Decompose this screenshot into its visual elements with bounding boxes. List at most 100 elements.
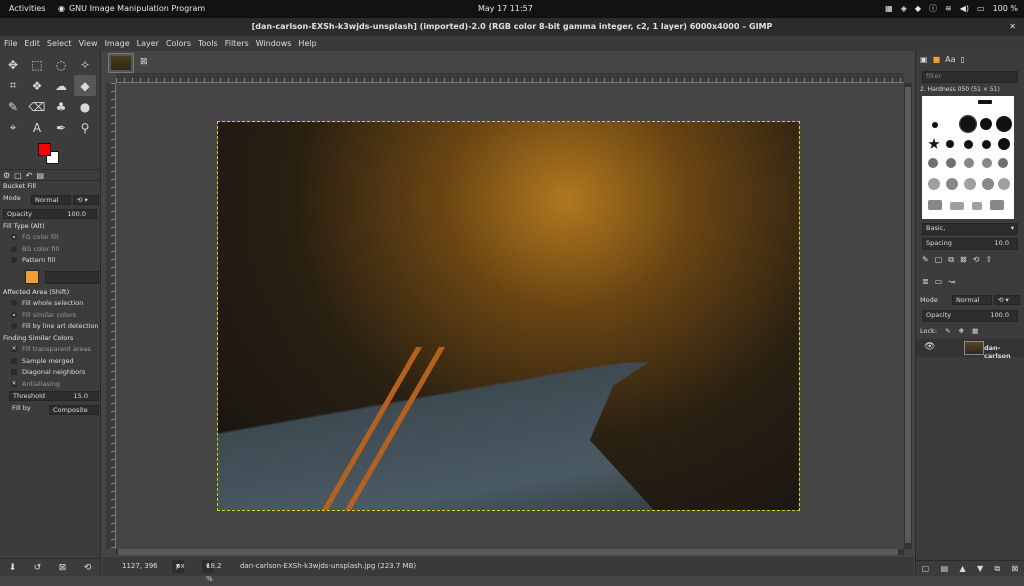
- delete-options-icon[interactable]: ⊠: [59, 563, 67, 573]
- brush-item[interactable]: [950, 202, 964, 210]
- move-tool-icon[interactable]: ✥: [2, 54, 24, 75]
- eraser-tool-icon[interactable]: ⌫: [26, 96, 48, 117]
- zoom-tool-icon[interactable]: ⚲: [74, 117, 96, 138]
- brush-refresh-icon[interactable]: ⟲: [973, 255, 980, 265]
- sample-merged-option[interactable]: Sample merged: [3, 356, 100, 368]
- smudge-tool-icon[interactable]: ●: [74, 96, 96, 117]
- brush-item[interactable]: [980, 118, 992, 130]
- paintbrush-tool-icon[interactable]: ✎: [2, 96, 24, 117]
- menu-file[interactable]: File: [4, 36, 17, 51]
- menu-layer[interactable]: Layer: [137, 36, 159, 51]
- menu-edit[interactable]: Edit: [24, 36, 40, 51]
- brush-item[interactable]: [982, 178, 994, 190]
- diagonal-neighbors-checkbox[interactable]: [11, 369, 17, 375]
- clone-tool-icon[interactable]: ♣: [50, 96, 72, 117]
- wifi-icon[interactable]: ≋: [945, 4, 952, 13]
- lock-alpha-icon[interactable]: ▦: [972, 327, 978, 335]
- brush-filter-input[interactable]: filter: [922, 71, 1018, 83]
- device-status-tab-icon[interactable]: ▢: [14, 171, 22, 180]
- brush-item[interactable]: [928, 138, 940, 149]
- patterns-tab-icon[interactable]: ■: [933, 55, 941, 64]
- layer-mode-reset-icon[interactable]: ⟲ ▾: [994, 295, 1020, 305]
- new-layer-icon[interactable]: ▢: [922, 564, 930, 573]
- fill-similar-radio[interactable]: [11, 311, 17, 318]
- restore-options-icon[interactable]: ↺: [34, 563, 42, 573]
- antialiasing-checkbox[interactable]: ✕: [11, 380, 17, 387]
- fonts-tab-icon[interactable]: Aa: [945, 55, 955, 64]
- channels-tab-icon[interactable]: ▭: [935, 277, 943, 286]
- bg-fill-radio[interactable]: [11, 245, 17, 252]
- brush-item[interactable]: [998, 178, 1010, 190]
- menu-help[interactable]: Help: [298, 36, 316, 51]
- text-tool-icon[interactable]: A: [26, 117, 48, 138]
- bg-fill-option[interactable]: BG color fill: [3, 244, 100, 256]
- brushes-tab-icon[interactable]: ▣: [920, 55, 928, 64]
- fill-transparent-option[interactable]: ✕ Fill transparent areas: [3, 344, 100, 356]
- crop-tool-icon[interactable]: ⌗: [2, 75, 24, 96]
- brush-item[interactable]: [932, 122, 938, 128]
- rect-select-tool-icon[interactable]: ⬚: [26, 54, 48, 75]
- menu-windows[interactable]: Windows: [256, 36, 292, 51]
- pattern-fill-radio[interactable]: [11, 257, 17, 263]
- horizontal-scrollbar[interactable]: [116, 549, 904, 555]
- brush-open-icon[interactable]: ⇪: [985, 255, 992, 265]
- delete-layer-icon[interactable]: ⊠: [1012, 564, 1019, 573]
- raise-layer-icon[interactable]: ▲: [959, 564, 965, 573]
- battery-icon[interactable]: ▭: [977, 4, 985, 13]
- bucket-fill-tool-icon[interactable]: ◆: [74, 75, 96, 96]
- brush-item[interactable]: [946, 178, 958, 190]
- horizontal-ruler[interactable]: [116, 73, 904, 83]
- lock-pixels-icon[interactable]: ✎: [945, 327, 950, 335]
- menu-tools[interactable]: Tools: [198, 36, 218, 51]
- vertical-scroll-thumb[interactable]: [905, 87, 911, 543]
- duplicate-layer-icon[interactable]: ⧉: [994, 564, 1000, 574]
- app-indicator-icon[interactable]: ◈: [901, 4, 907, 13]
- brush-item[interactable]: [998, 138, 1010, 150]
- layer-mode-select[interactable]: Normal: [952, 295, 992, 305]
- layer-opacity-slider[interactable]: Opacity 100.0: [922, 310, 1018, 322]
- unified-transform-tool-icon[interactable]: ❖: [26, 75, 48, 96]
- warp-transform-tool-icon[interactable]: ☁: [50, 75, 72, 96]
- close-icon[interactable]: ✕: [1009, 18, 1016, 36]
- fill-transparent-checkbox[interactable]: ✕: [11, 346, 17, 352]
- brush-item[interactable]: [928, 158, 938, 168]
- lock-position-icon[interactable]: ✥: [959, 327, 964, 335]
- paths-tool-icon[interactable]: ⌖: [2, 117, 24, 138]
- fill-line-art-radio[interactable]: [11, 323, 17, 329]
- brush-grid[interactable]: [922, 96, 1014, 219]
- brush-item[interactable]: [972, 202, 982, 210]
- brush-item[interactable]: [978, 100, 992, 104]
- brush-item[interactable]: [990, 200, 1004, 210]
- undo-history-tab-icon[interactable]: ↶: [26, 171, 33, 180]
- image-canvas[interactable]: [217, 121, 800, 511]
- paths-tab-icon[interactable]: ↝: [948, 277, 955, 286]
- fg-fill-option[interactable]: FG color fill: [3, 232, 100, 244]
- layers-tab-icon[interactable]: ≣: [922, 277, 929, 286]
- fill-by-select[interactable]: Composite: [49, 405, 99, 415]
- reset-options-icon[interactable]: ⟲: [84, 563, 92, 573]
- fuzzy-select-tool-icon[interactable]: ✧: [74, 54, 96, 75]
- layer-name[interactable]: dan-carlson: [984, 344, 1024, 360]
- vertical-scrollbar[interactable]: [904, 83, 912, 549]
- zoom-select[interactable]: 18.2 % ▾: [202, 560, 222, 583]
- menu-view[interactable]: View: [79, 36, 98, 51]
- mode-reset-icon[interactable]: ⟲ ▾: [73, 194, 99, 205]
- brush-item[interactable]: [964, 158, 974, 168]
- fill-line-art-option[interactable]: Fill by line art detection: [3, 321, 100, 333]
- unit-select[interactable]: px ▾: [172, 560, 185, 573]
- brush-spacing-slider[interactable]: Spacing 10.0: [922, 238, 1018, 250]
- brush-edit-icon[interactable]: ✎: [922, 255, 929, 265]
- sample-merged-checkbox[interactable]: [11, 357, 17, 364]
- fill-whole-radio[interactable]: [11, 300, 17, 306]
- new-group-icon[interactable]: ▤: [941, 564, 949, 573]
- brush-item[interactable]: [964, 140, 973, 149]
- dropbox-icon[interactable]: ◆: [915, 4, 921, 13]
- brush-item[interactable]: [964, 178, 976, 190]
- brush-item[interactable]: [982, 140, 991, 149]
- menu-select[interactable]: Select: [47, 36, 72, 51]
- fill-similar-option[interactable]: Fill similar colors: [3, 310, 100, 322]
- opacity-slider[interactable]: Opacity 100.0: [3, 208, 97, 219]
- brush-delete-icon[interactable]: ⊠: [960, 255, 967, 265]
- save-options-icon[interactable]: ⬇: [9, 563, 17, 573]
- fill-whole-option[interactable]: Fill whole selection: [3, 298, 100, 310]
